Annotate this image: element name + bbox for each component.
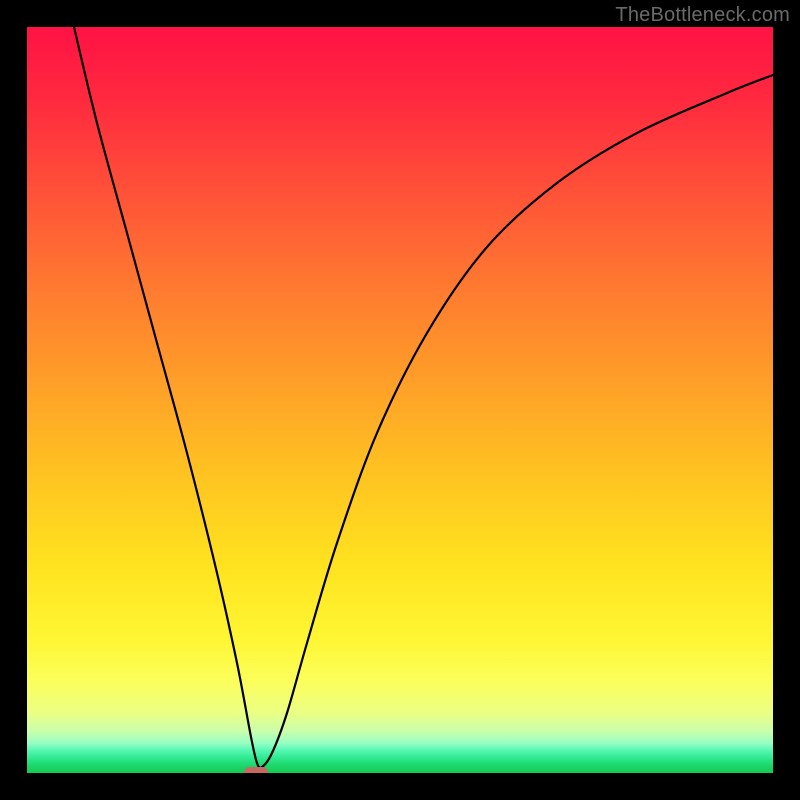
optimal-marker: [244, 767, 268, 773]
watermark-text: TheBottleneck.com: [615, 4, 790, 27]
chart-frame: TheBottleneck.com: [0, 0, 800, 800]
plot-area: [27, 27, 773, 773]
bottleneck-curve: [27, 27, 773, 773]
